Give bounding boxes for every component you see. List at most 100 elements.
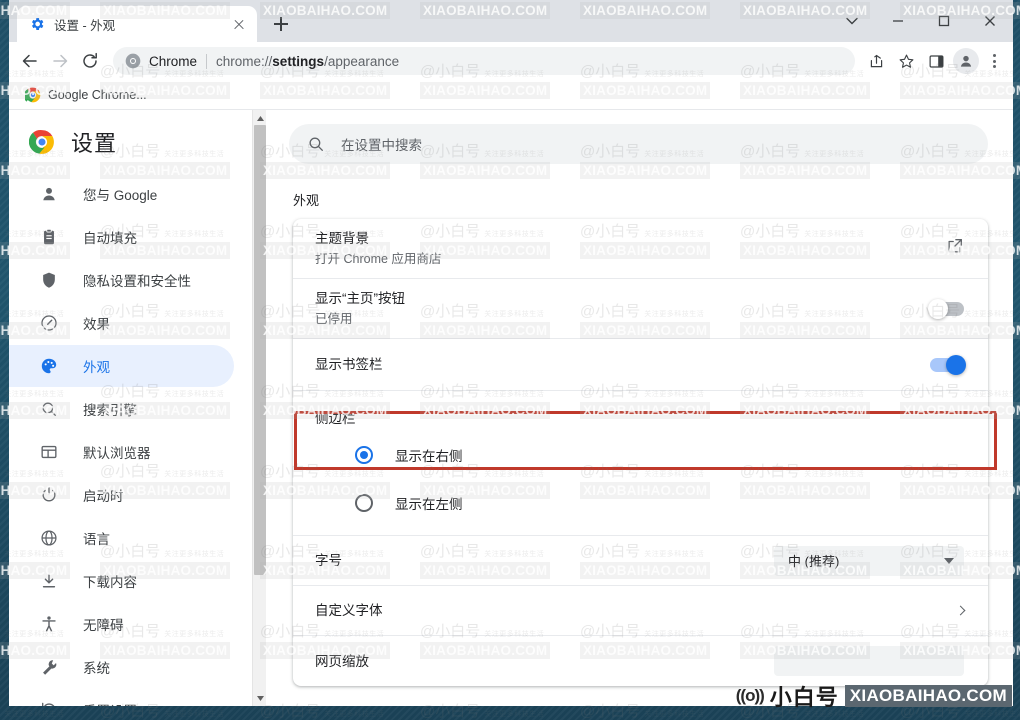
- sidebar-item-appearance[interactable]: 外观: [9, 345, 234, 387]
- menu-dot: [992, 59, 996, 63]
- tab-search-button[interactable]: [829, 0, 875, 42]
- sidebar-item-default-browser[interactable]: 默认浏览器: [9, 431, 234, 473]
- wave-icon: ((o)): [735, 686, 765, 705]
- appearance-settings-card: 主题背景 打开 Chrome 应用商店 显示“主页”按钮 已停用 显示书签栏 侧…: [293, 219, 988, 686]
- chrome-logo-icon: [25, 87, 41, 102]
- palette-icon: [39, 356, 59, 376]
- group-heading-sidebar: 侧边栏: [315, 411, 356, 426]
- globe-icon: [39, 528, 59, 548]
- settings-gear-icon: [32, 18, 44, 30]
- sidebar-item-label: 外观: [83, 360, 110, 375]
- search-icon: [39, 399, 59, 419]
- chrome-logo-icon: [29, 130, 54, 154]
- tab-close-icon[interactable]: [229, 14, 249, 34]
- download-icon: [39, 571, 59, 591]
- maximize-button[interactable]: [921, 0, 967, 42]
- person-icon: [39, 184, 59, 204]
- sidebar-item-on-startup[interactable]: 启动时: [9, 474, 234, 516]
- radio-button-show-right[interactable]: [355, 446, 373, 464]
- minimize-button[interactable]: [875, 0, 921, 42]
- row-title: 网页缩放: [315, 653, 369, 669]
- stamp-en-text: XIAOBAIHAO.COM: [844, 685, 1012, 707]
- bookmarks-bar: Google Chrome...: [9, 80, 1013, 110]
- sidebar-item-performance[interactable]: 效果: [9, 302, 234, 344]
- chevron-down-icon: [944, 557, 954, 564]
- row-page-zoom[interactable]: 网页缩放: [293, 636, 988, 686]
- row-font-size[interactable]: 字号 中 (推荐): [293, 536, 988, 586]
- new-tab-button[interactable]: [267, 10, 295, 38]
- browser-window: 设置 - 外观 Chrome chrome://settings/appeara…: [9, 0, 1013, 706]
- scrollbar-down-arrow-icon[interactable]: [253, 690, 267, 706]
- radio-label: 显示在右侧: [395, 449, 463, 464]
- sidebar-item-privacy-security[interactable]: 隐私设置和安全性: [9, 259, 234, 301]
- sidebar-item-downloads[interactable]: 下载内容: [9, 560, 234, 602]
- row-title: 字号: [315, 553, 342, 568]
- sidebar-item-label: 重置设置: [83, 700, 137, 706]
- power-icon: [39, 485, 59, 505]
- sidebar-item-label: 默认浏览器: [83, 446, 151, 461]
- sidebar-scrollbar[interactable]: [252, 110, 266, 706]
- share-icon[interactable]: [861, 46, 891, 76]
- back-arrow-icon[interactable]: [15, 46, 45, 76]
- omnibox-url: chrome://settings/appearance: [216, 54, 399, 69]
- sidebar-item-system[interactable]: 系统: [9, 646, 234, 688]
- toggle-show-bookmarks-bar[interactable]: [930, 354, 966, 375]
- window-controls: [829, 0, 1013, 42]
- row-show-home-button[interactable]: 显示“主页”按钮 已停用: [293, 279, 988, 339]
- search-wrapper: 在设置中搜索: [267, 110, 1013, 164]
- radio-row-show-left[interactable]: 显示在左侧: [293, 479, 988, 527]
- sidebar-item-reset-settings[interactable]: 重置设置: [9, 689, 234, 706]
- row-theme[interactable]: 主题背景 打开 Chrome 应用商店: [293, 219, 988, 279]
- forward-arrow-icon[interactable]: [45, 46, 75, 76]
- radio-button-show-left[interactable]: [355, 494, 373, 512]
- sidebar-item-you-and-google[interactable]: 您与 Google: [9, 173, 234, 215]
- sidebar-item-label: 效果: [83, 317, 110, 332]
- omnibox-url-prefix: chrome://: [216, 53, 273, 69]
- close-window-button[interactable]: [967, 0, 1013, 42]
- radio-label: 显示在左侧: [395, 497, 463, 512]
- chrome-logo-icon: [125, 53, 141, 69]
- clipboard-icon: [39, 227, 59, 247]
- avatar[interactable]: [953, 48, 979, 74]
- star-icon[interactable]: [891, 46, 921, 76]
- search-placeholder: 在设置中搜索: [341, 138, 422, 153]
- sidebar-item-autofill[interactable]: 自动填充: [9, 216, 234, 258]
- sidebar-item-label: 下载内容: [83, 575, 137, 590]
- row-subtitle: 已停用: [315, 311, 353, 326]
- row-show-bookmarks-bar[interactable]: 显示书签栏: [293, 339, 988, 391]
- sidebar-item-accessibility[interactable]: 无障碍: [9, 603, 234, 645]
- scrollbar-thumb[interactable]: [254, 125, 266, 575]
- omnibox-url-bold: settings: [272, 53, 325, 69]
- address-bar[interactable]: Chrome chrome://settings/appearance: [113, 47, 855, 75]
- menu-dot: [992, 53, 996, 57]
- scrollbar-up-arrow-icon[interactable]: [253, 110, 267, 126]
- select-page-zoom[interactable]: [774, 646, 964, 676]
- sidebar-item-label: 系统: [83, 661, 110, 676]
- shield-icon: [39, 270, 59, 290]
- sidebar-item-search-engine[interactable]: 搜索引擎: [9, 388, 234, 430]
- sidebar-item-languages[interactable]: 语言: [9, 517, 234, 559]
- row-title: 自定义字体: [315, 603, 383, 618]
- history-icon: [39, 700, 59, 706]
- row-customize-fonts[interactable]: 自定义字体: [293, 586, 988, 636]
- toggle-knob: [928, 298, 948, 319]
- radio-row-show-right[interactable]: 显示在右侧: [293, 431, 988, 479]
- side-panel-icon[interactable]: [921, 46, 951, 76]
- wrench-icon: [39, 657, 59, 677]
- settings-page: 设置 您与 Google 自动填充 隐私设置和安全性 效果 外观 搜索引擎 默认…: [9, 110, 1013, 706]
- toggle-show-home-button[interactable]: [928, 298, 964, 319]
- tab-settings-appearance[interactable]: 设置 - 外观: [17, 6, 257, 42]
- stamp-cn-text: 小白号: [769, 685, 839, 710]
- search-input[interactable]: 在设置中搜索: [289, 124, 988, 164]
- row-title: 主题背景: [315, 230, 369, 246]
- row-texts: 自定义字体: [315, 601, 957, 620]
- speedometer-icon: [39, 313, 59, 333]
- select-font-size[interactable]: 中 (推荐): [774, 545, 964, 576]
- row-texts: 显示“主页”按钮 已停用: [315, 289, 930, 329]
- bookmark-item-google-chrome[interactable]: Google Chrome...: [17, 84, 155, 106]
- external-link-icon[interactable]: [946, 237, 964, 260]
- settings-sidebar: 设置 您与 Google 自动填充 隐私设置和安全性 效果 外观 搜索引擎 默认…: [9, 110, 252, 706]
- three-dot-menu-icon[interactable]: [981, 46, 1007, 76]
- reload-icon[interactable]: [75, 46, 105, 76]
- chevron-right-icon[interactable]: [955, 605, 966, 616]
